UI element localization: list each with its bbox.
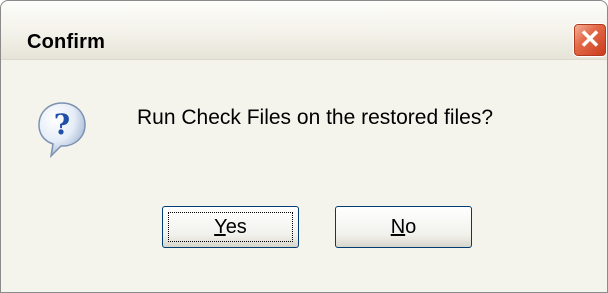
confirm-dialog: Confirm ✕ ? Run Check Files on the resto…: [0, 0, 608, 293]
no-mnemonic: N: [390, 216, 406, 238]
title-bar[interactable]: Confirm ✕: [1, 1, 607, 60]
no-button[interactable]: No: [335, 206, 472, 248]
no-label-rest: o: [405, 216, 417, 238]
confirm-message: Run Check Files on the restored files?: [137, 106, 494, 129]
focus-rectangle: [168, 212, 293, 242]
close-button[interactable]: ✕: [573, 23, 607, 57]
close-icon: ✕: [579, 24, 601, 54]
dialog-title: Confirm: [27, 31, 106, 53]
svg-text:?: ?: [54, 108, 70, 141]
yes-button[interactable]: Yes: [162, 206, 299, 248]
dialog-body: ? Run Check Files on the restored files?…: [1, 60, 607, 292]
question-icon: ?: [38, 102, 86, 158]
